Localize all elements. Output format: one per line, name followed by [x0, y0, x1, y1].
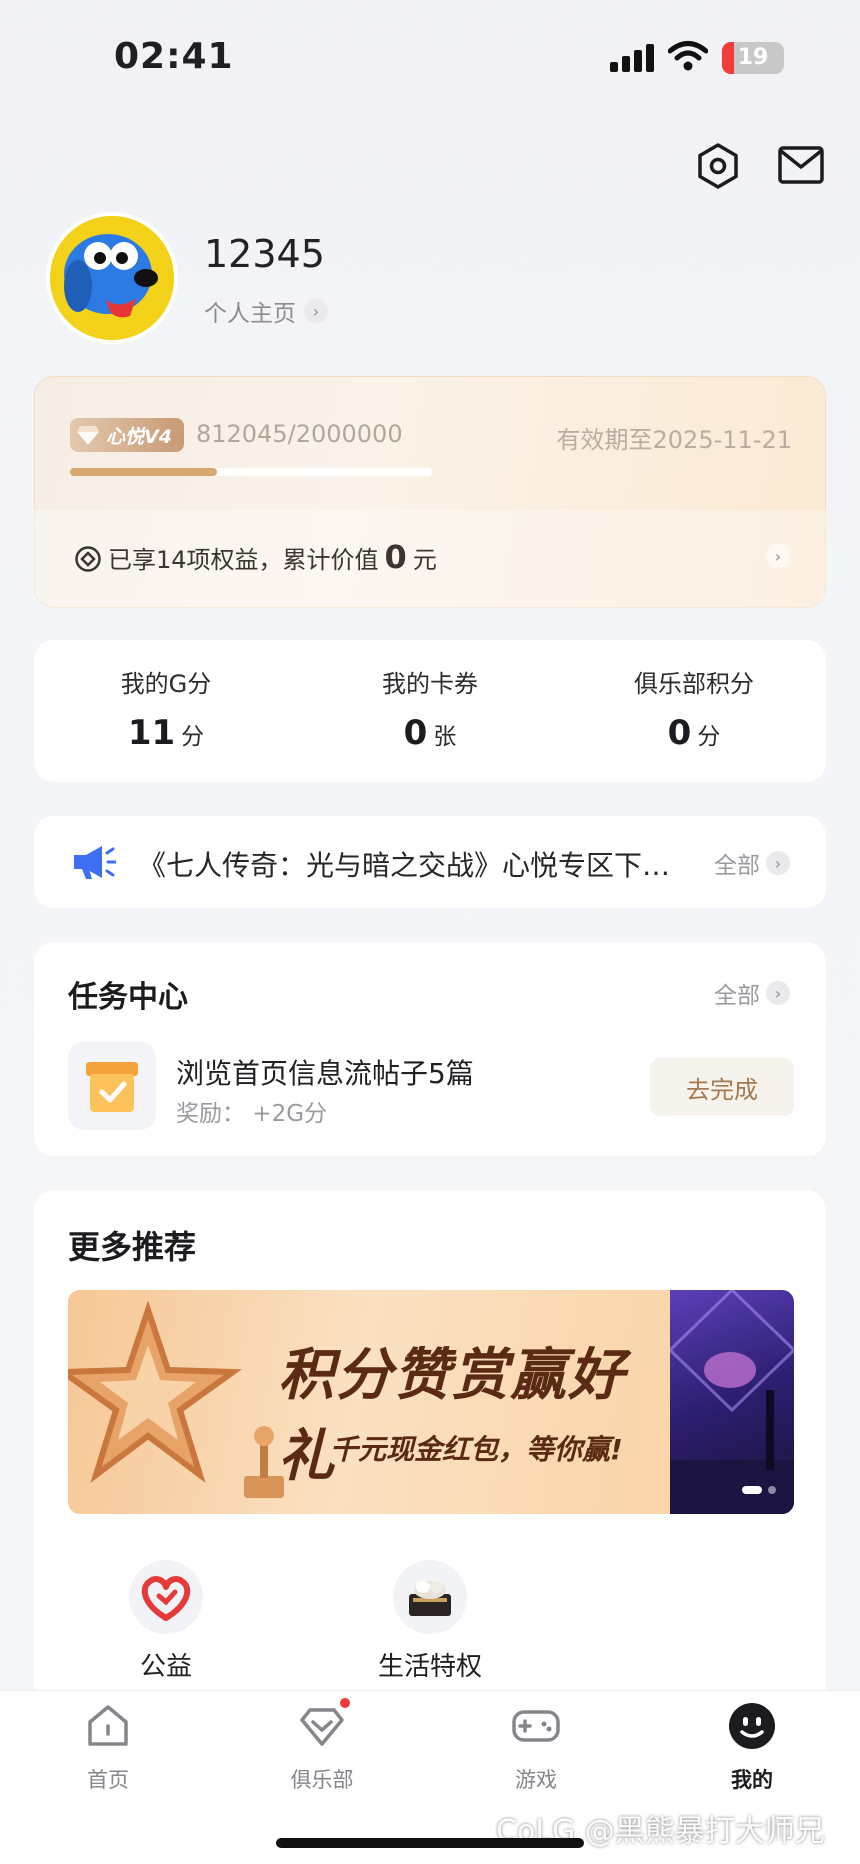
diamond-icon — [77, 426, 99, 445]
stat-value: 0 — [667, 713, 692, 753]
benefit-unit: 元 — [412, 546, 437, 574]
pagination-dot — [768, 1486, 776, 1494]
stat-value: 11 — [127, 713, 176, 753]
stat-label: 我的G分 — [120, 670, 212, 698]
club-icon — [296, 1696, 352, 1752]
heart-icon — [129, 1560, 203, 1634]
more-recommend-title: 更多推荐 — [68, 1228, 197, 1266]
profile-icon — [726, 1700, 778, 1752]
gift-box-icon — [393, 1560, 467, 1634]
pagination-dot-active — [742, 1486, 762, 1494]
benefit-summary[interactable]: 已享14项权益，累计价值 0 元 — [108, 538, 437, 576]
vip-progress-text: 812045/2000000 — [196, 420, 403, 448]
stat-label: 我的卡券 — [382, 670, 478, 698]
service-label: 生活特权 — [377, 1652, 482, 1682]
chevron-right-icon: › — [766, 981, 790, 1005]
mail-icon[interactable] — [778, 146, 824, 184]
home-indicator[interactable] — [276, 1838, 584, 1848]
all-label: 全部 — [714, 983, 760, 1009]
promo-banner[interactable]: 积分赞赏赢好礼 千元现金红包，等你赢! — [68, 1290, 794, 1514]
announcement-all-link[interactable]: 全部 › — [714, 846, 790, 880]
service-life-privilege[interactable]: 生活特权 — [340, 1560, 520, 1683]
banner-pagination — [742, 1486, 776, 1494]
task-name: 浏览首页信息流帖子5篇 — [176, 1057, 474, 1090]
stat-club-points[interactable]: 俱乐部积分 0分 — [562, 664, 826, 753]
service-label: 公益 — [139, 1652, 192, 1682]
chevron-right-icon: › — [304, 299, 328, 323]
battery-level: 19 — [737, 45, 769, 70]
vip-expire-date: 有效期至2025-11-21 — [556, 426, 792, 454]
avatar[interactable] — [46, 212, 178, 344]
task-box-icon — [86, 1062, 138, 1112]
task-center-all-link[interactable]: 全部 › — [714, 976, 790, 1010]
task-reward: 奖励： +2G分 — [176, 1101, 328, 1127]
tab-label: 我的 — [731, 1768, 773, 1792]
username: 12345 — [204, 232, 325, 276]
stat-value: 0 — [403, 713, 428, 753]
all-label: 全部 — [714, 853, 760, 879]
tab-home[interactable]: 首页 — [38, 1700, 178, 1794]
stat-unit: 分 — [697, 724, 721, 750]
megaphone-icon — [74, 846, 116, 879]
tab-games[interactable]: 游戏 — [466, 1700, 606, 1794]
stat-unit: 张 — [433, 724, 457, 750]
battery-indicator: 19 — [722, 42, 784, 74]
banner-main: 积分赞赏赢好礼 千元现金红包，等你赢! — [68, 1290, 670, 1514]
vip-progress-bar — [70, 468, 432, 476]
next-banner-preview — [667, 1290, 794, 1514]
settings-icon[interactable] — [694, 142, 742, 190]
stat-coupons[interactable]: 我的卡券 0张 — [298, 664, 562, 753]
tab-mine[interactable]: 我的 — [682, 1700, 822, 1794]
notification-dot — [338, 1696, 352, 1710]
stat-label: 俱乐部积分 — [634, 670, 754, 698]
status-time: 02:41 — [114, 36, 234, 77]
personal-homepage-link[interactable]: 个人主页 › — [204, 294, 328, 328]
benefit-icon — [75, 546, 101, 572]
tab-label: 游戏 — [515, 1768, 557, 1792]
tab-club[interactable]: 俱乐部 — [252, 1696, 392, 1794]
vip-progress-fill — [70, 468, 217, 476]
announcement-text[interactable]: 《七人传奇：光与暗之交战》心悦专区下… — [138, 844, 698, 884]
dog-avatar-icon — [50, 216, 174, 340]
benefit-value: 0 — [384, 538, 407, 576]
wifi-icon — [668, 41, 708, 71]
chevron-right-icon[interactable]: › — [766, 544, 790, 568]
chevron-right-icon: › — [766, 851, 790, 875]
stat-unit: 分 — [181, 724, 205, 750]
benefit-prefix: 已享14项权益，累计价值 — [108, 546, 379, 574]
home-icon — [82, 1700, 134, 1752]
service-charity[interactable]: 公益 — [76, 1560, 256, 1683]
dancer-silhouette-icon — [667, 1290, 794, 1514]
vip-level-text: 心悦V4 — [106, 425, 172, 448]
stat-g-points[interactable]: 我的G分 11 分 — [34, 664, 298, 753]
homepage-label: 个人主页 — [204, 301, 296, 327]
cellular-signal-icon — [610, 44, 656, 72]
task-center-title: 任务中心 — [68, 980, 188, 1015]
vip-level-badge: 心悦V4 — [70, 418, 184, 452]
tab-label: 俱乐部 — [290, 1768, 354, 1792]
complete-task-button[interactable]: 去完成 — [650, 1058, 794, 1116]
gamepad-icon — [510, 1700, 562, 1752]
banner-subline: 千元现金红包，等你赢! — [330, 1433, 623, 1466]
star-trophy-icon — [68, 1300, 284, 1498]
tab-label: 首页 — [87, 1768, 129, 1792]
